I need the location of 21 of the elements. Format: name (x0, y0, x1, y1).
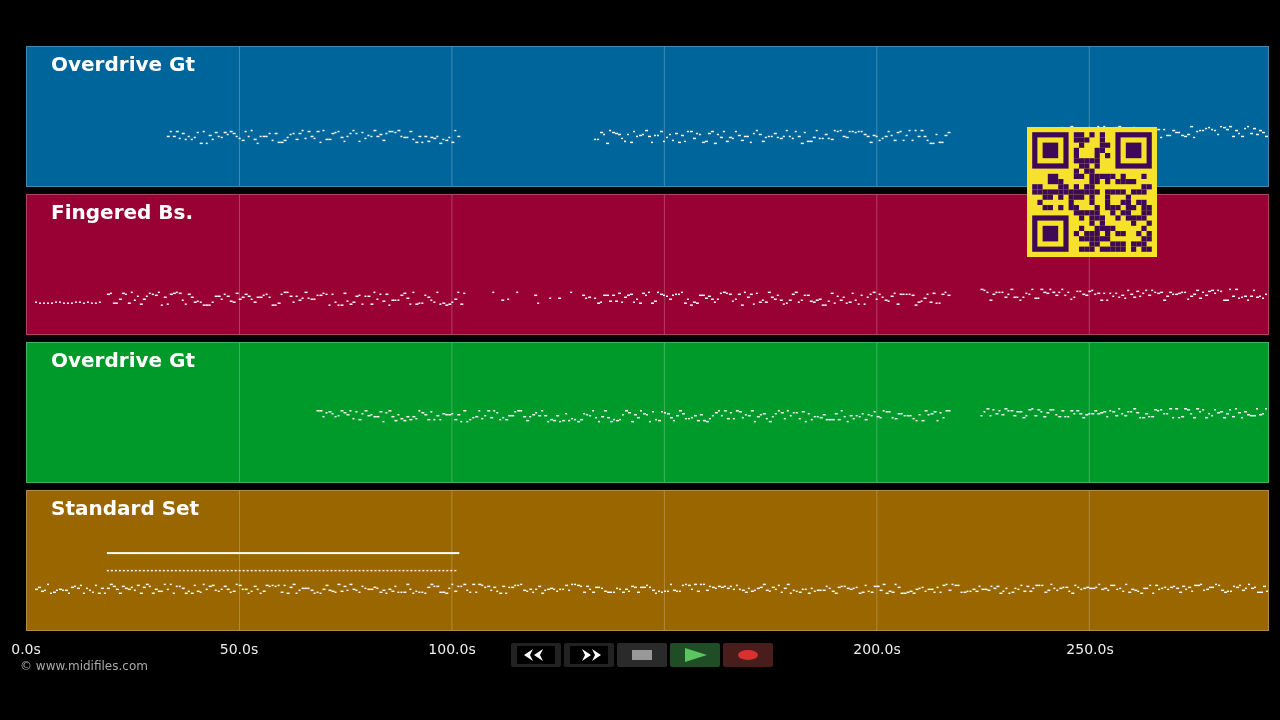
play-icon (685, 648, 707, 662)
track-name: Overdrive Gt (51, 347, 196, 374)
stop-icon (632, 650, 652, 660)
rewind-button[interactable] (511, 643, 561, 667)
copyright-text: © www.midifiles.com (20, 658, 148, 675)
axis-label: 0.0s (11, 640, 41, 659)
fast-forward-button[interactable] (564, 643, 614, 667)
axis-label: 50.0s (219, 640, 259, 659)
record-button[interactable] (723, 643, 773, 667)
record-icon (738, 650, 758, 660)
stop-button[interactable] (617, 643, 667, 667)
track-name: Standard Set (51, 495, 200, 522)
axis-label: 100.0s (428, 640, 476, 659)
double-arrow-right-icon (582, 649, 601, 661)
track-name: Fingered Bs. (51, 199, 194, 226)
notes-drawing (35, 301, 101, 304)
axis-label: 250.0s (1066, 640, 1114, 659)
axis-label: 200.0s (853, 640, 901, 659)
play-button[interactable] (670, 643, 720, 667)
double-arrow-left-icon (524, 649, 543, 661)
track-name: Overdrive Gt (51, 51, 196, 78)
